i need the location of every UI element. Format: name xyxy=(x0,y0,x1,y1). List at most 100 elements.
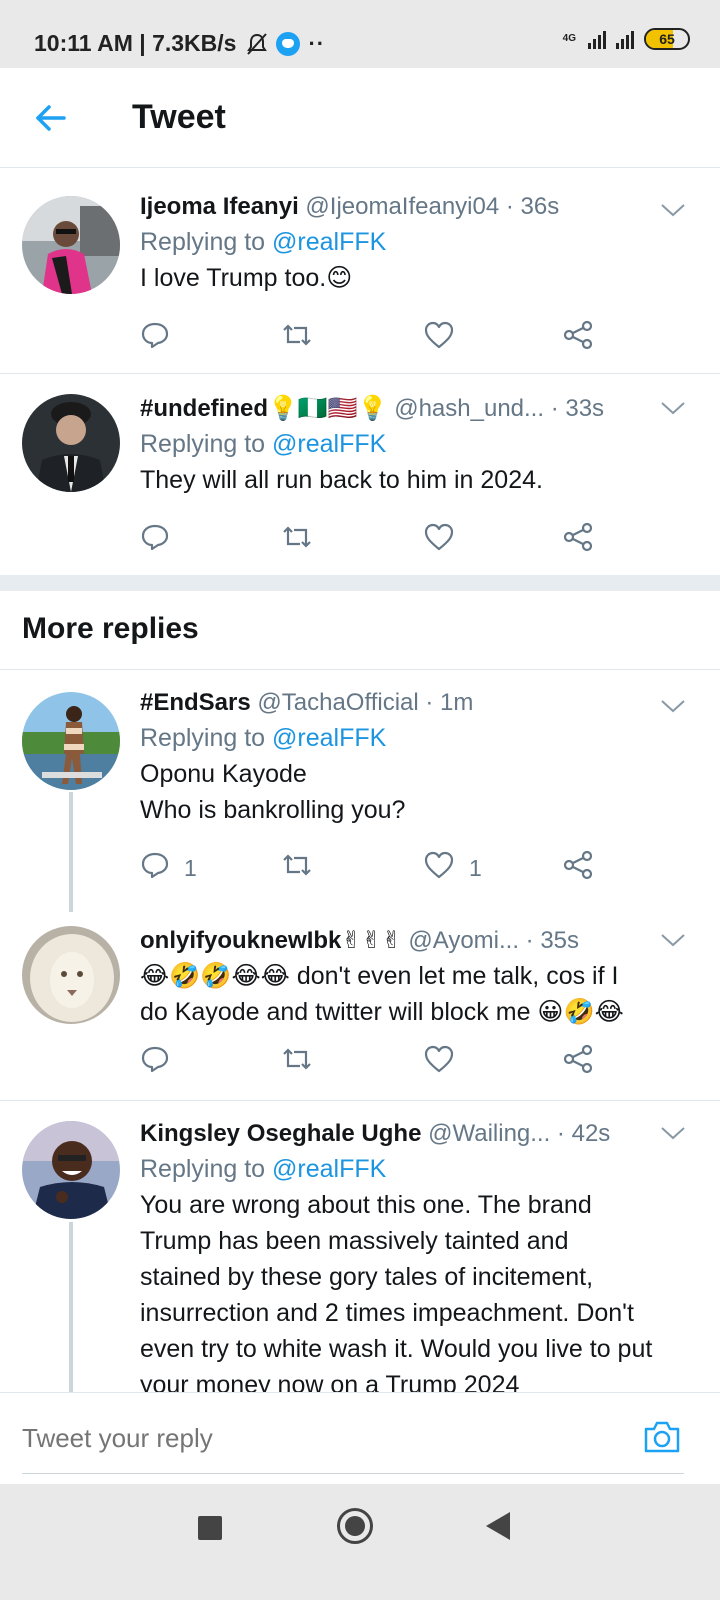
retweet-icon xyxy=(280,850,314,886)
share-button[interactable] xyxy=(563,318,593,358)
share-button[interactable] xyxy=(563,520,593,560)
chevron-down-icon[interactable] xyxy=(660,202,686,218)
back-arrow-icon[interactable] xyxy=(30,98,70,138)
share-icon xyxy=(563,850,593,886)
avatar[interactable] xyxy=(22,1121,120,1219)
retweet-button[interactable] xyxy=(280,520,314,560)
tweet-item[interactable]: #EndSars @TachaOfficial · 1m Replying to… xyxy=(0,670,720,910)
author-name[interactable]: #EndSars xyxy=(140,689,251,716)
chevron-down-icon[interactable] xyxy=(660,698,686,714)
avatar[interactable] xyxy=(22,692,120,790)
man-in-suit-photo xyxy=(22,394,120,492)
share-button[interactable] xyxy=(563,848,593,888)
tweet-text-line: even try to white wash it. Would you liv… xyxy=(140,1335,653,1363)
tweet-text-line: Who is bankrolling you? xyxy=(140,796,406,824)
replying-handle[interactable]: @realFFK xyxy=(272,228,386,256)
tweet-text-line: stained by these gory tales of incitemen… xyxy=(140,1263,594,1291)
replying-handle[interactable]: @realFFK xyxy=(272,724,386,752)
home-button[interactable] xyxy=(337,1508,373,1544)
twitter-notification-icon xyxy=(276,31,301,56)
battery-icon: 65 xyxy=(644,28,690,50)
avatar[interactable] xyxy=(22,926,120,1024)
author-meta: @Wailing... · 42s xyxy=(428,1120,611,1147)
author-meta: @Ayomi... · 35s xyxy=(408,927,580,954)
chevron-down-icon[interactable] xyxy=(660,932,686,948)
retweet-button[interactable] xyxy=(280,318,314,358)
reply-icon xyxy=(140,522,170,558)
recents-button[interactable] xyxy=(198,1516,222,1540)
tweet-text-line: Trump has been massively tainted and xyxy=(140,1227,569,1255)
like-count: 1 xyxy=(469,854,482,881)
author-name[interactable]: onlyifyouknewIbk✌✌✌ xyxy=(140,927,402,954)
smiling-man-photo xyxy=(22,1121,120,1219)
author-name[interactable]: Kingsley Oseghale Ughe xyxy=(140,1120,421,1147)
reply-button[interactable]: 1 xyxy=(140,848,197,888)
tweet-item[interactable]: onlyifyouknewIbk✌✌✌ @Ayomi... · 35s 😂🤣🤣😂… xyxy=(0,912,720,1100)
battery-level: 65 xyxy=(659,31,675,47)
tweet-text: They will all run back to him in 2024. xyxy=(140,466,543,494)
tweet-text-line: 😂🤣🤣😂😂 don't even let me talk, cos if I xyxy=(140,962,619,990)
like-icon xyxy=(423,320,455,356)
tweet-actions: 11 xyxy=(140,848,610,888)
signal-icon-2 xyxy=(616,29,634,49)
page-title: Tweet xyxy=(132,98,226,136)
like-button[interactable] xyxy=(423,318,455,358)
retweet-button[interactable] xyxy=(280,1042,314,1082)
tweet-text-line: insurrection and 2 times impeachment. Do… xyxy=(140,1299,634,1327)
retweet-icon xyxy=(280,1044,314,1080)
like-icon xyxy=(423,850,455,886)
replying-handle[interactable]: @realFFK xyxy=(272,1155,386,1183)
reply-icon xyxy=(140,320,170,356)
tweet-text-line: do Kayode and twitter will block me 😀🤣😂 xyxy=(140,998,624,1026)
author-meta: @TachaOfficial · 1m xyxy=(257,689,474,716)
signal-icon-1 xyxy=(588,29,606,49)
reply-count: 1 xyxy=(184,854,197,881)
reply-button[interactable] xyxy=(140,520,170,560)
tweet-item[interactable]: Kingsley Oseghale Ughe @Wailing... · 42s… xyxy=(0,1101,720,1392)
section-separator xyxy=(0,575,720,591)
avatar[interactable] xyxy=(22,394,120,492)
input-underline xyxy=(22,1473,684,1474)
share-button[interactable] xyxy=(563,1042,593,1082)
like-button[interactable]: 1 xyxy=(423,848,482,888)
like-button[interactable] xyxy=(423,1042,455,1082)
like-icon xyxy=(423,1044,455,1080)
reply-button[interactable] xyxy=(140,318,170,358)
like-button[interactable] xyxy=(423,520,455,560)
woman-in-pink-photo xyxy=(22,196,120,294)
replying-label: Replying to xyxy=(140,1155,266,1183)
author-name[interactable]: Ijeoma Ifeanyi xyxy=(140,193,299,220)
camera-icon[interactable] xyxy=(642,1417,682,1457)
mute-bell-icon xyxy=(247,32,268,55)
woman-on-boat-photo xyxy=(22,692,120,790)
status-bar: 10:11 AM | 7.3KB/s ·· 4G 65 xyxy=(0,0,720,68)
network-type: 4G xyxy=(562,33,576,44)
replying-label: Replying to xyxy=(140,228,266,256)
replying-handle[interactable]: @realFFK xyxy=(272,430,386,458)
tweet-actions xyxy=(140,520,610,560)
status-time: 10:11 AM | 7.3KB/s xyxy=(34,30,237,56)
chevron-down-icon[interactable] xyxy=(660,1125,686,1141)
tweet-item[interactable]: Ijeoma Ifeanyi @IjeomaIfeanyi04 · 36s Re… xyxy=(0,178,720,373)
tweet-text-line: your money now on a Trump 2024 xyxy=(140,1371,520,1392)
retweet-button[interactable] xyxy=(280,848,314,888)
white-lion-photo xyxy=(22,926,120,1024)
author-name[interactable]: #undefined💡🇳🇬🇺🇸💡 xyxy=(140,395,388,422)
more-replies-heading: More replies xyxy=(22,612,199,645)
share-icon xyxy=(563,320,593,356)
reply-icon xyxy=(140,1044,170,1080)
tweet-text-line: You are wrong about this one. The brand xyxy=(140,1191,592,1219)
reply-button[interactable] xyxy=(140,1042,170,1082)
replying-label: Replying to xyxy=(140,724,266,752)
avatar[interactable] xyxy=(22,196,120,294)
reply-icon xyxy=(140,850,170,886)
retweet-icon xyxy=(280,522,314,558)
reply-composer xyxy=(0,1392,720,1484)
tweet-item[interactable]: #undefined💡🇳🇬🇺🇸💡 @hash_und... · 33s Repl… xyxy=(0,374,720,574)
reply-input[interactable] xyxy=(22,1423,582,1454)
author-meta: @IjeomaIfeanyi04 · 36s xyxy=(305,193,560,220)
system-back-button[interactable] xyxy=(486,1512,510,1540)
chevron-down-icon[interactable] xyxy=(660,400,686,416)
tweet-actions xyxy=(140,1042,610,1082)
author-meta: @hash_und... · 33s xyxy=(394,395,605,422)
